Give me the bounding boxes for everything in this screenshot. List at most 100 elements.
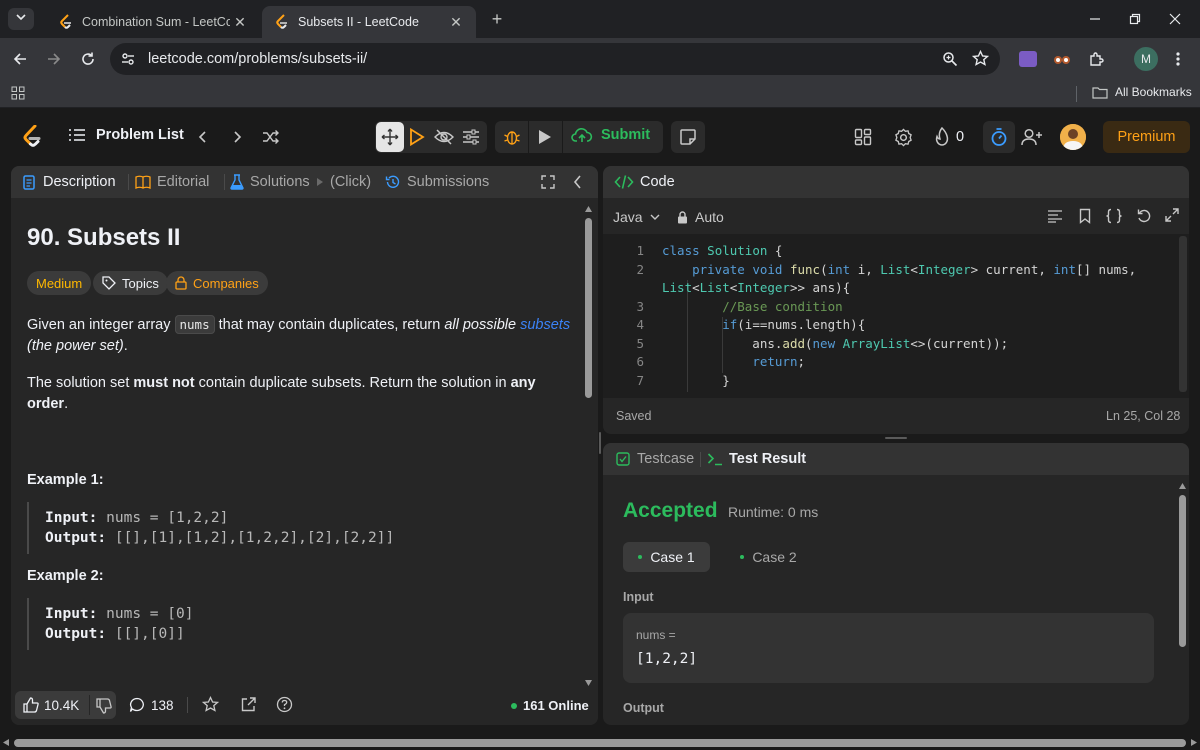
code-line[interactable]: return; <box>662 354 805 369</box>
close-icon[interactable]: ✕ <box>446 12 466 32</box>
like-button[interactable]: 10.4K <box>23 697 79 713</box>
tab-submissions[interactable]: Submissions <box>385 174 489 190</box>
browser-menu-button[interactable] <box>1166 47 1190 71</box>
tab-testcase[interactable]: Testcase <box>616 451 694 467</box>
reload-button[interactable] <box>76 47 100 71</box>
zoom-icon[interactable] <box>942 51 958 72</box>
auto-mode-toggle[interactable]: Auto <box>677 209 724 225</box>
apps-grid-icon[interactable] <box>11 86 25 105</box>
tab-editorial[interactable]: Editorial <box>135 174 209 190</box>
format-lines-icon[interactable] <box>1047 209 1063 228</box>
run-button[interactable] <box>538 129 552 150</box>
case-2-tab[interactable]: Case 2 <box>725 542 812 572</box>
bookmark-icon[interactable] <box>1079 208 1091 229</box>
all-bookmarks-button[interactable]: All Bookmarks <box>1092 85 1192 99</box>
leetcode-logo-icon[interactable] <box>22 125 42 149</box>
submit-button[interactable]: Submit <box>571 126 650 144</box>
topics-button[interactable]: Topics <box>93 271 168 295</box>
profile-avatar[interactable]: M <box>1134 47 1158 71</box>
maximize-icon[interactable] <box>541 175 555 194</box>
user-avatar[interactable] <box>1060 124 1086 150</box>
code-line-wrap[interactable]: List<List<Integer>> ans){ <box>662 280 850 295</box>
premium-button[interactable]: Premium <box>1103 121 1190 153</box>
result-scrollbar[interactable] <box>1179 483 1186 723</box>
code-tab[interactable]: Code <box>614 174 675 190</box>
braces-icon[interactable] <box>1105 208 1123 229</box>
cloud-upload-icon <box>571 128 593 142</box>
browser-tab-combination-sum[interactable]: Combination Sum - LeetCode ✕ <box>46 6 260 38</box>
help-icon[interactable] <box>276 696 293 718</box>
example-2-heading: Example 2: <box>27 568 104 584</box>
profile-initial: M <box>1141 52 1151 66</box>
vertical-resize-handle[interactable] <box>599 432 601 454</box>
code-line[interactable]: } <box>662 373 730 388</box>
tab-solutions[interactable]: Solutions <box>230 174 310 190</box>
tab-description[interactable]: Description <box>23 174 116 190</box>
expand-icon[interactable] <box>1165 208 1179 227</box>
scrollbar-thumb[interactable] <box>14 739 1186 747</box>
minimize-button[interactable] <box>1082 6 1108 32</box>
horizontal-resize-handle[interactable] <box>885 437 907 439</box>
scrollbar-thumb[interactable] <box>1179 495 1186 647</box>
extensions-puzzle-icon[interactable] <box>1084 47 1108 71</box>
code-line[interactable]: ans.add(new ArrayList<>(current)); <box>662 336 1008 351</box>
url-text[interactable]: leetcode.com/problems/subsets-ii/ <box>148 51 367 67</box>
problem-list-button[interactable]: Problem List <box>68 127 184 143</box>
case-2-label: Case 2 <box>752 549 797 565</box>
close-icon[interactable]: ✕ <box>230 12 250 32</box>
settings-gear-icon[interactable] <box>894 128 913 147</box>
subsets-link[interactable]: subsets <box>520 317 570 333</box>
close-window-button[interactable] <box>1162 6 1188 32</box>
extension-glasses-icon[interactable] <box>1050 47 1074 71</box>
scrollbar-thumb[interactable] <box>585 218 592 398</box>
layout-grid-icon[interactable] <box>854 128 872 146</box>
desc-text: . <box>123 338 128 354</box>
code-line[interactable]: private void func(int i, List<Integer> c… <box>662 262 1136 277</box>
online-indicator: 161 Online <box>511 698 589 713</box>
play-outline-icon[interactable] <box>409 127 425 151</box>
example-input-label: Input: <box>45 606 98 622</box>
page-horizontal-scrollbar[interactable] <box>0 736 1200 750</box>
tab-test-result[interactable]: Test Result <box>707 451 806 467</box>
dislike-button[interactable] <box>96 698 112 719</box>
description-scrollbar[interactable] <box>585 206 592 686</box>
back-button[interactable] <box>8 47 32 71</box>
bookmark-star-icon[interactable] <box>971 49 990 72</box>
streak-counter[interactable]: 0 <box>934 127 964 146</box>
comments-button[interactable]: 138 <box>129 697 174 713</box>
reset-undo-icon[interactable] <box>1136 208 1152 229</box>
sliders-icon[interactable] <box>462 128 480 151</box>
browser-tab-subsets-ii[interactable]: Subsets II - LeetCode ✕ <box>262 6 476 38</box>
move-button[interactable] <box>376 122 404 152</box>
code-line[interactable]: //Base condition <box>662 299 842 314</box>
tab-click[interactable]: (Click) <box>316 174 371 190</box>
share-icon[interactable] <box>240 696 257 718</box>
notes-button[interactable] <box>671 121 705 153</box>
timer-button[interactable] <box>983 121 1015 153</box>
prev-problem-button[interactable] <box>196 130 210 144</box>
input-box[interactable]: nums = [1,2,2] <box>623 613 1154 683</box>
site-info-icon[interactable] <box>120 51 136 72</box>
layout-controls <box>375 121 487 153</box>
code-line[interactable]: if(i==nums.length){ <box>662 317 865 332</box>
favorite-star-icon[interactable] <box>201 695 220 718</box>
companies-button[interactable]: Companies <box>166 271 268 295</box>
debug-bug-icon[interactable] <box>503 128 521 151</box>
language-select[interactable]: Java <box>613 209 660 225</box>
new-tab-button[interactable]: + <box>486 8 508 30</box>
collapse-chevron-left-icon[interactable] <box>572 175 584 194</box>
tab-search-button[interactable] <box>8 8 34 30</box>
forward-button[interactable] <box>42 47 66 71</box>
next-problem-button[interactable] <box>230 130 244 144</box>
case-1-tab[interactable]: Case 1 <box>623 542 710 572</box>
add-user-icon[interactable] <box>1021 128 1043 146</box>
code-line[interactable]: class Solution { <box>662 243 782 258</box>
editor-scrollbar[interactable] <box>1179 236 1187 392</box>
restore-button[interactable] <box>1122 6 1148 32</box>
shuffle-icon[interactable] <box>262 129 280 145</box>
problem-title[interactable]: 90. Subsets II <box>27 224 180 252</box>
address-bar[interactable]: leetcode.com/problems/subsets-ii/ <box>110 43 1000 75</box>
extension-purple-icon[interactable] <box>1016 47 1040 71</box>
thumbs-down-icon <box>96 698 112 714</box>
eye-off-icon[interactable] <box>434 128 454 151</box>
